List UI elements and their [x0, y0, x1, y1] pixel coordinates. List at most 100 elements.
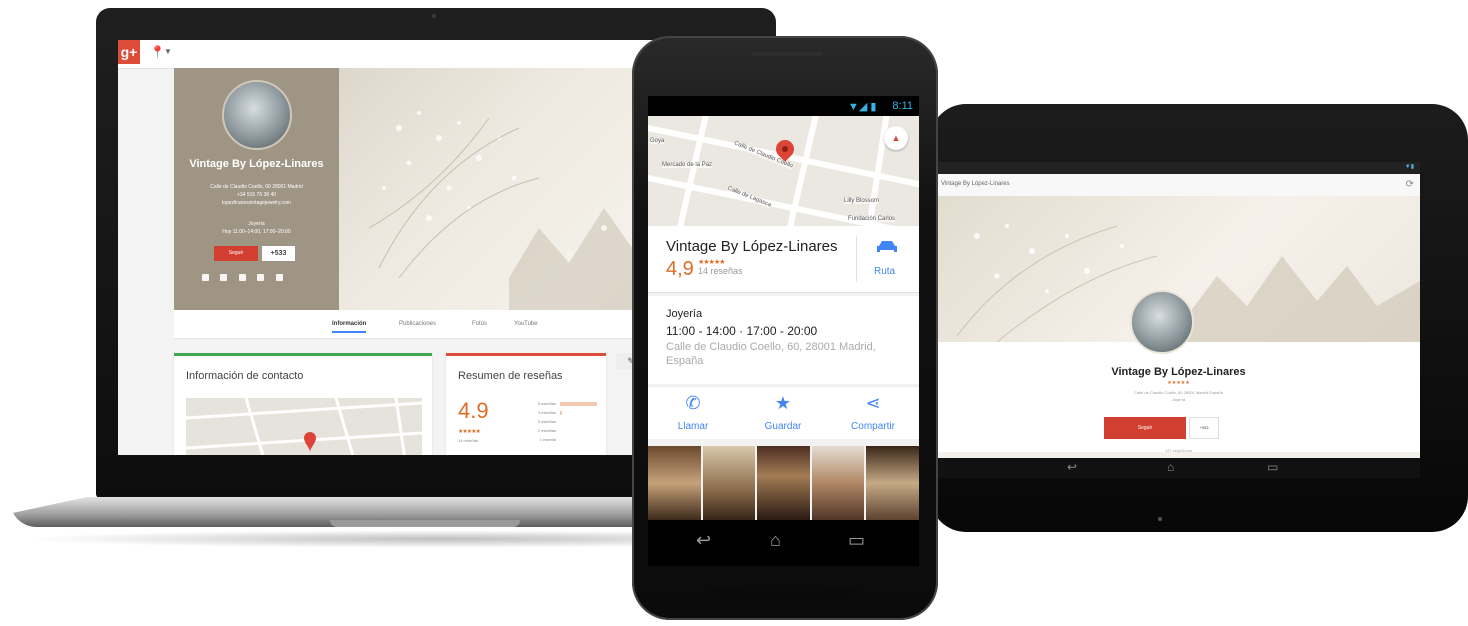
- business-category: Joyería Hoy 11:00–14:00, 17:00–20:00: [174, 220, 339, 236]
- camera-icon[interactable]: [257, 274, 265, 281]
- plus-one-count-button[interactable]: +533: [1189, 417, 1219, 439]
- laptop-notch: [330, 520, 520, 527]
- star-icon[interactable]: [238, 274, 246, 281]
- recent-apps-icon[interactable]: ▭: [1267, 460, 1278, 474]
- business-name: Vintage By López-Linares: [666, 238, 838, 255]
- distribution-bar: [560, 411, 562, 415]
- route-button[interactable]: Ruta: [874, 266, 895, 277]
- home-icon[interactable]: ⌂: [770, 530, 781, 551]
- profile-action-icons: [202, 268, 312, 281]
- pencil-icon[interactable]: [202, 274, 209, 281]
- tab-youtube[interactable]: YouTube: [514, 321, 538, 327]
- distribution-bar: [560, 402, 597, 406]
- distribution-label: 2 estrellas: [537, 428, 556, 433]
- phone-screen: ▼◢ ▮ 8:11 Goya Mercado de la Paz Calle d…: [648, 96, 919, 520]
- map-label: Mercado de la Paz: [662, 162, 713, 168]
- store-photo[interactable]: [702, 446, 756, 520]
- google-plus-logo[interactable]: g+: [118, 40, 140, 64]
- tablet-navigation-bar: ↩ ⌂ ▭: [937, 458, 1420, 478]
- distribution-label: 3 estrellas: [537, 419, 556, 424]
- distribution-label: 4 estrellas: [537, 410, 556, 415]
- map-label: Goya: [650, 138, 665, 144]
- tab-informacion[interactable]: Información: [332, 321, 367, 333]
- distribution-row: 1 estrella: [524, 436, 602, 445]
- map-streets: [648, 116, 919, 226]
- phone-shadow: [660, 580, 910, 610]
- car-icon[interactable]: [876, 240, 898, 254]
- divider: [856, 236, 857, 282]
- store-photo[interactable]: [757, 446, 810, 520]
- contact-map[interactable]: [186, 398, 422, 455]
- rating-stars: ★★★★★: [458, 429, 481, 435]
- compass-icon[interactable]: ▲: [884, 126, 908, 150]
- app-bar-title: Vintage By López-Linares: [941, 181, 1010, 187]
- business-name: Vintage By López-Linares: [1111, 366, 1246, 378]
- store-photo[interactable]: [866, 446, 919, 520]
- chevron-down-icon[interactable]: ▼: [164, 47, 172, 56]
- distribution-row: 5 estrellas: [524, 400, 602, 409]
- website-link[interactable]: lopezlinaresvintagejewelry.com: [174, 199, 339, 207]
- back-icon[interactable]: ↩: [1067, 460, 1077, 474]
- hours-label: 11:00 - 14:00 · 17:00 - 20:00: [666, 324, 818, 338]
- reviews-summary-card: Resumen de reseñas 4.9 ★★★★★ 14 reseñas …: [446, 353, 606, 455]
- phone-icon: ✆: [685, 393, 701, 413]
- location-icon[interactable]: [220, 274, 228, 281]
- follow-button[interactable]: Seguir: [214, 246, 258, 261]
- tab-fotos[interactable]: Fotos: [472, 321, 487, 327]
- map-label: Lilly Blossom: [844, 198, 880, 204]
- phone-navigation-bar: ↩ ⌂ ▭: [648, 520, 919, 566]
- phone-number: +34 915 76 38 40: [236, 192, 277, 198]
- laptop-camera: [432, 14, 436, 18]
- call-button[interactable]: ✆ Llamar: [648, 387, 738, 439]
- rating-stars: ★★★★★: [698, 259, 725, 266]
- photo-strip[interactable]: [648, 446, 919, 520]
- profile-avatar[interactable]: [222, 80, 292, 150]
- tablet-app-bar: Vintage By López-Linares ⟳: [937, 174, 1420, 197]
- review-count[interactable]: 14 reseñas: [458, 438, 478, 443]
- review-count[interactable]: 14 reseñas: [698, 266, 743, 276]
- save-label: Guardar: [764, 421, 802, 432]
- save-button[interactable]: ★ Guardar: [738, 387, 828, 439]
- business-address: Calle de Claudio Coello, 60 28001 Madrid…: [174, 183, 339, 207]
- share-icon: ⋖: [865, 393, 881, 413]
- profile-avatar[interactable]: [1130, 290, 1194, 354]
- distribution-label: 5 estrellas: [537, 401, 556, 406]
- recent-apps-icon[interactable]: ▭: [848, 530, 865, 551]
- home-icon[interactable]: ⌂: [1167, 460, 1174, 474]
- rating-value: 4.9: [458, 398, 489, 423]
- wifi-signal-icon: ▼◢ ▮: [848, 101, 877, 113]
- store-photo[interactable]: [648, 446, 701, 520]
- plus-one-count-button[interactable]: +533: [262, 246, 295, 261]
- map-pin-center: [782, 146, 788, 152]
- business-name: Vintage By López-Linares: [189, 158, 324, 170]
- hours-label: Hoy 11:00–14:00, 17:00–20:00: [222, 229, 291, 235]
- back-icon[interactable]: ↩: [696, 530, 711, 551]
- follow-button[interactable]: Seguir: [1104, 417, 1186, 439]
- business-address: Calle de Claudio Coello, 60 28001 Madrid…: [937, 389, 1420, 403]
- distribution-label: 1 estrella: [539, 437, 556, 442]
- location-pin-icon[interactable]: 📍: [150, 45, 165, 59]
- followers-count: 137 seguidores: [1164, 448, 1193, 453]
- place-actions-bar: ✆ Llamar ★ Guardar ⋖ Compartir: [648, 386, 919, 439]
- share-label: Compartir: [851, 421, 895, 432]
- tab-publicaciones[interactable]: Publicaciones: [399, 321, 436, 327]
- tablet-home-indicator: [1158, 517, 1162, 521]
- rating-distribution: 5 estrellas 4 estrellas 3 estrellas 2 es…: [524, 400, 602, 445]
- phone-speaker: [752, 52, 822, 56]
- tablet-status-bar: ▼▮: [937, 162, 1420, 174]
- reviews-summary-title: Resumen de reseñas: [458, 370, 563, 382]
- store-photo[interactable]: [811, 446, 865, 520]
- address-line: Calle de Claudio Coello, 60 28001 Madrid…: [1134, 390, 1223, 395]
- share-icon[interactable]: [275, 274, 283, 281]
- phone-map[interactable]: Goya Mercado de la Paz Calle de Claudio …: [648, 116, 919, 226]
- contact-info-card: Información de contacto: [174, 353, 432, 455]
- wifi-icon: ▼▮: [1404, 164, 1414, 170]
- rating-stars: ★★★★★: [1167, 380, 1190, 386]
- distribution-row: 4 estrellas: [524, 409, 602, 418]
- share-button[interactable]: ⋖ Compartir: [828, 387, 918, 439]
- category-label: Joyería: [666, 308, 703, 320]
- refresh-icon[interactable]: ⟳: [1406, 179, 1414, 190]
- map-streets: [186, 398, 422, 455]
- phone-status-bar: ▼◢ ▮ 8:11: [648, 96, 919, 116]
- tablet-screen: ▼▮ Vintage By López-Linares ⟳ Vintage By…: [937, 162, 1420, 478]
